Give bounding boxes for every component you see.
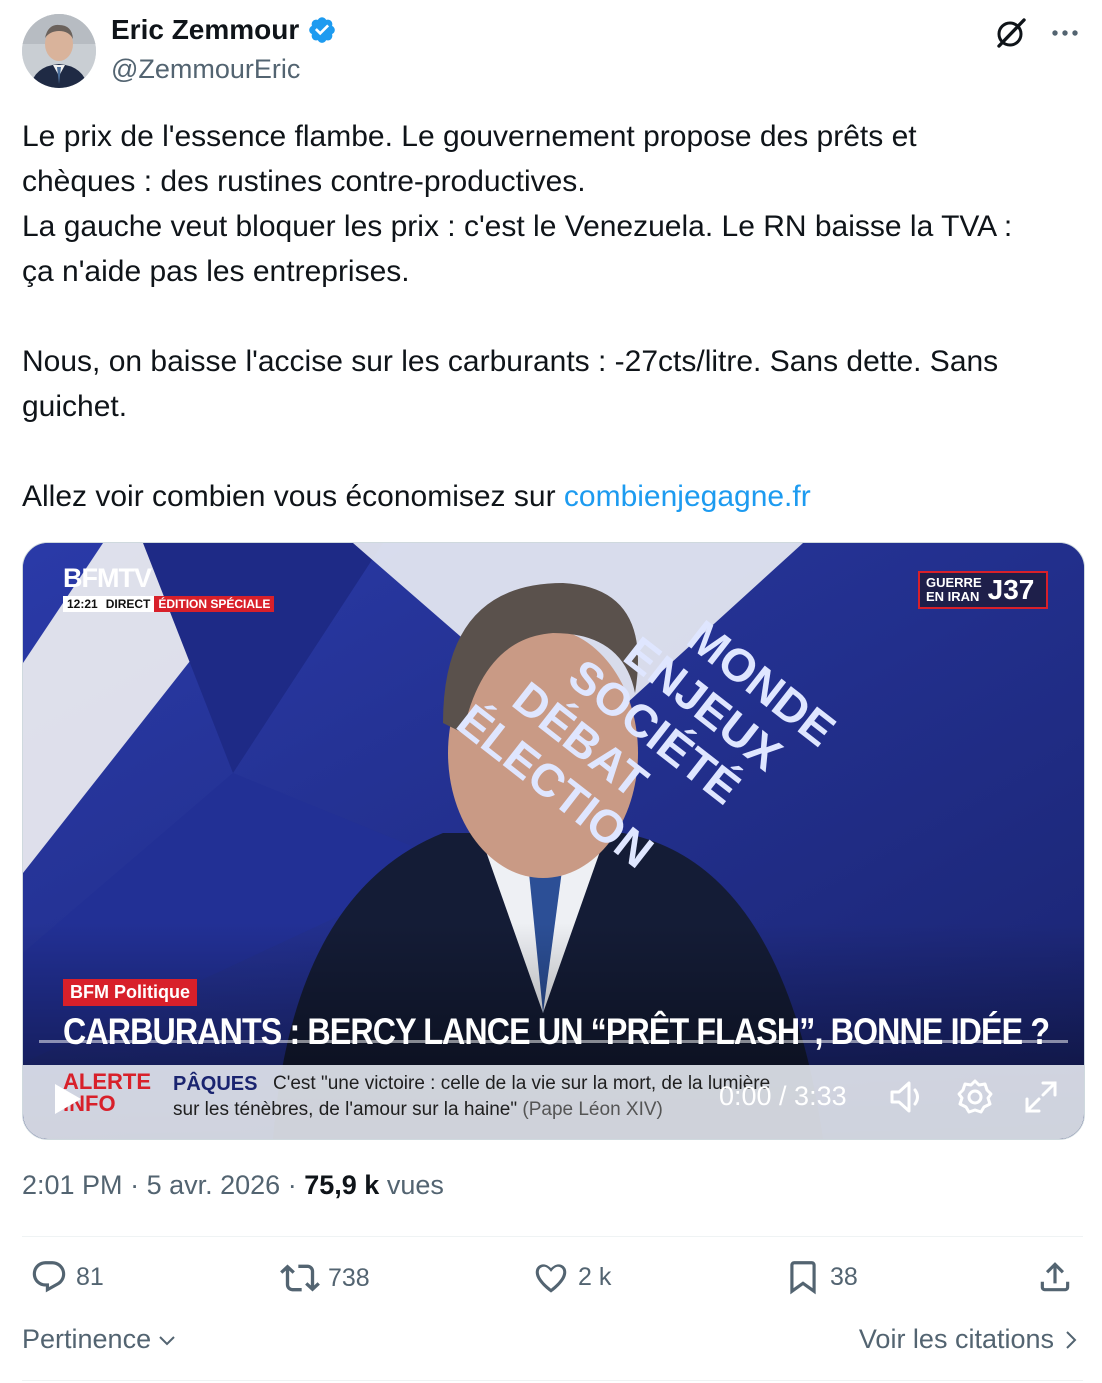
tweet-line: Nous, on baisse l'accise sur les carbura… xyxy=(22,345,999,378)
repost-icon xyxy=(280,1264,320,1292)
sort-label: Pertinence xyxy=(22,1324,152,1354)
share-button[interactable] xyxy=(1036,1258,1074,1296)
author-name[interactable]: Eric Zemmour xyxy=(111,14,299,46)
tweet-line: Le prix de l'essence flambe. Le gouverne… xyxy=(22,120,917,153)
reply-icon xyxy=(32,1261,66,1293)
badge-day: J37 xyxy=(987,574,1035,605)
avatar-image xyxy=(22,14,96,88)
tweet-link[interactable]: combienjegagne.fr xyxy=(564,480,811,513)
ticker-line: C'est "une victoire : celle de la vie su… xyxy=(273,1073,771,1094)
player-time: 0:00 / 3:33 xyxy=(719,1081,847,1111)
tweet-line-prefix: Allez voir combien vous économisez sur xyxy=(22,480,564,513)
author-handle[interactable]: @ZemmourEric xyxy=(111,54,300,85)
tweet-line: guichet. xyxy=(22,390,128,423)
repost-count: 738 xyxy=(328,1263,370,1292)
share-icon xyxy=(1040,1262,1070,1292)
tweet-header-actions xyxy=(994,16,1082,50)
avatar[interactable] xyxy=(22,14,96,88)
program-tag: BFM Politique xyxy=(63,979,197,1006)
tweet-text: Le prix de l'essence flambe. Le gouverne… xyxy=(22,114,1088,519)
divider xyxy=(22,1236,1083,1237)
live-edition: ÉDITION SPÉCIALE xyxy=(154,596,275,612)
ticker-line: sur les ténèbres, de l'amour sur la hain… xyxy=(173,1099,518,1120)
like-count: 2 k xyxy=(578,1262,612,1291)
more-icon[interactable] xyxy=(1048,16,1082,50)
video-player[interactable]: MONDE ENJEUX SOCIÉTÉ DÉBAT ÉLECTION BFMT… xyxy=(22,542,1085,1140)
verified-badge-icon[interactable] xyxy=(307,15,337,45)
view-count: 75,9 k xyxy=(304,1170,380,1200)
play-icon[interactable] xyxy=(47,1079,87,1119)
tweet-line-with-link: Allez voir combien vous économisez sur c… xyxy=(22,474,1088,519)
bookmark-count: 38 xyxy=(830,1262,858,1291)
author-row: Eric Zemmour xyxy=(111,14,337,46)
reply-count: 81 xyxy=(76,1262,104,1291)
grok-icon[interactable] xyxy=(994,16,1028,50)
fullscreen-icon[interactable] xyxy=(1021,1077,1061,1117)
badge-line: GUERRE xyxy=(926,575,982,590)
reply-button[interactable]: 81 xyxy=(30,1258,104,1296)
video-progress-bar[interactable] xyxy=(39,1040,1068,1043)
video-headline: CARBURANTS : BERCY LANCE UN “PRÊT FLASH”… xyxy=(63,1011,1050,1052)
volume-icon[interactable] xyxy=(887,1077,927,1117)
badge-line: EN IRAN xyxy=(926,589,980,604)
like-button[interactable]: 2 k xyxy=(532,1258,611,1296)
quotes-label: Voir les citations xyxy=(858,1324,1054,1354)
settings-icon[interactable] xyxy=(955,1077,995,1117)
tweet-line: La gauche veut bloquer les prix : c'est … xyxy=(22,210,1013,243)
like-icon xyxy=(535,1264,567,1293)
live-direct: DIRECT xyxy=(101,596,155,612)
live-info-bar: 12:21 DIRECT ÉDITION SPÉCIALE xyxy=(63,596,275,612)
live-time: 12:21 xyxy=(63,596,102,612)
ticker-topic: PÂQUES xyxy=(173,1073,258,1095)
tweet-time[interactable]: 2:01 PM xyxy=(22,1170,123,1200)
meta-separator: · xyxy=(287,1170,297,1200)
action-bar: 81 738 2 k 38 xyxy=(22,1258,1083,1310)
ticker-line-2: sur les ténèbres, de l'amour sur la hain… xyxy=(173,1099,663,1121)
sort-dropdown[interactable]: Pertinence xyxy=(22,1324,177,1355)
news-badge: GUERRE EN IRAN J37 xyxy=(918,571,1048,609)
ticker-attrib: (Pape Léon XIV) xyxy=(522,1099,663,1120)
bookmark-icon xyxy=(790,1261,816,1295)
tweet-meta: 2:01 PM · 5 avr. 2026 · 75,9 k vues xyxy=(22,1170,444,1201)
tweet-date[interactable]: 5 avr. 2026 xyxy=(147,1170,281,1200)
view-label: vues xyxy=(386,1170,444,1200)
bookmark-button[interactable]: 38 xyxy=(784,1258,858,1296)
tweet-line: chèques : des rustines contre-productive… xyxy=(22,165,586,198)
meta-separator: · xyxy=(130,1170,140,1200)
channel-logo: BFMTV xyxy=(63,563,152,593)
tweet-line: ça n'aide pas les entreprises. xyxy=(22,255,410,288)
repost-button[interactable]: 738 xyxy=(280,1258,370,1298)
chevron-right-icon xyxy=(1066,1330,1077,1349)
view-quotes-link[interactable]: Voir les citations xyxy=(859,1324,1080,1355)
divider xyxy=(22,1380,1083,1381)
chevron-down-icon xyxy=(159,1335,175,1345)
